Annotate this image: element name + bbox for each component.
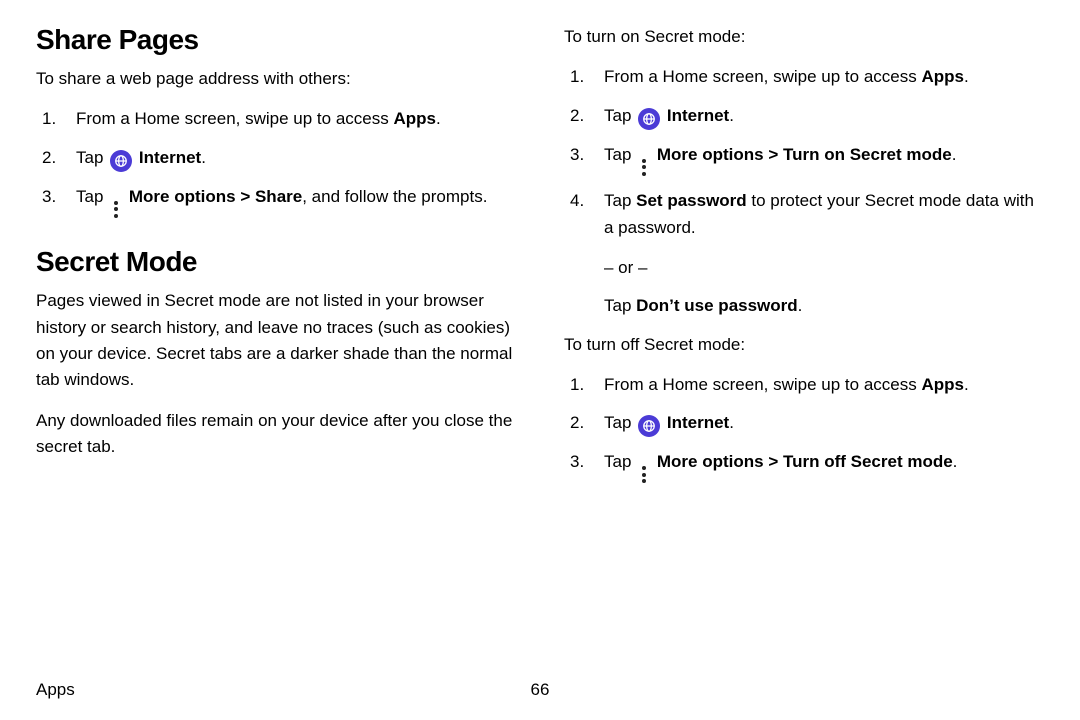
- internet-label: Internet: [139, 148, 201, 167]
- more-options-label: More options: [657, 452, 764, 471]
- list-item: Tap Internet.: [564, 410, 1044, 437]
- list-item: From a Home screen, swipe up to access A…: [564, 372, 1044, 398]
- step-text: .: [952, 145, 957, 164]
- step-text: From a Home screen, swipe up to access: [76, 109, 393, 128]
- list-item: Tap More options > Turn on Secret mode.: [564, 142, 1044, 177]
- dont-use-password-label: Don’t use password: [636, 296, 798, 315]
- step-text: Tap: [604, 106, 636, 125]
- step-text: From a Home screen, swipe up to access: [604, 375, 921, 394]
- more-options-label: More options: [657, 145, 764, 164]
- heading-share-pages: Share Pages: [36, 24, 516, 56]
- separator: >: [764, 452, 783, 471]
- step-text: .: [436, 109, 441, 128]
- set-password-label: Set password: [636, 191, 747, 210]
- step-text: Tap: [76, 148, 108, 167]
- separator: >: [764, 145, 783, 164]
- separator: >: [236, 187, 255, 206]
- turn-off-steps-list: From a Home screen, swipe up to access A…: [564, 372, 1044, 484]
- share-intro-text: To share a web page address with others:: [36, 66, 516, 92]
- apps-label: Apps: [921, 375, 964, 394]
- page-footer: Apps 66: [36, 680, 1044, 700]
- list-item: From a Home screen, swipe up to access A…: [564, 64, 1044, 90]
- step-text: .: [798, 296, 803, 315]
- internet-label: Internet: [667, 106, 729, 125]
- internet-icon: [638, 108, 660, 130]
- more-options-icon: [638, 158, 650, 176]
- apps-label: Apps: [393, 109, 436, 128]
- step-text: Tap: [604, 191, 636, 210]
- secret-mode-description: Pages viewed in Secret mode are not list…: [36, 288, 516, 393]
- step-text: Tap: [604, 452, 636, 471]
- step-text: Tap: [604, 296, 636, 315]
- step-text: Tap: [604, 145, 636, 164]
- step-text: Tap: [76, 187, 108, 206]
- left-column: Share Pages To share a web page address …: [36, 24, 516, 664]
- dont-use-password-option: Tap Don’t use password.: [564, 293, 1044, 319]
- step-text: .: [953, 452, 958, 471]
- more-options-icon: [110, 200, 122, 218]
- right-column: To turn on Secret mode: From a Home scre…: [564, 24, 1044, 664]
- step-text: .: [729, 106, 734, 125]
- step-text: .: [201, 148, 206, 167]
- turn-on-steps-list: From a Home screen, swipe up to access A…: [564, 64, 1044, 241]
- list-item: Tap More options > Turn off Secret mode.: [564, 449, 1044, 484]
- step-text: .: [964, 67, 969, 86]
- step-text: , and follow the prompts.: [302, 187, 487, 206]
- page-number: 66: [531, 680, 550, 700]
- share-steps-list: From a Home screen, swipe up to access A…: [36, 106, 516, 218]
- apps-label: Apps: [921, 67, 964, 86]
- more-options-icon: [638, 466, 650, 484]
- turn-on-secret-label: Turn on Secret mode: [783, 145, 952, 164]
- list-item: Tap More options > Share, and follow the…: [36, 184, 516, 219]
- internet-icon: [638, 415, 660, 437]
- more-options-label: More options: [129, 187, 236, 206]
- internet-label: Internet: [667, 413, 729, 432]
- heading-secret-mode: Secret Mode: [36, 246, 516, 278]
- or-divider: – or –: [564, 255, 1044, 281]
- turn-off-intro: To turn off Secret mode:: [564, 332, 1044, 358]
- step-text: .: [729, 413, 734, 432]
- list-item: Tap Internet.: [564, 103, 1044, 130]
- secret-mode-note: Any downloaded files remain on your devi…: [36, 408, 516, 461]
- step-text: .: [964, 375, 969, 394]
- step-text: Tap: [604, 413, 636, 432]
- turn-off-secret-label: Turn off Secret mode: [783, 452, 953, 471]
- list-item: Tap Internet.: [36, 145, 516, 172]
- step-text: From a Home screen, swipe up to access: [604, 67, 921, 86]
- share-label: Share: [255, 187, 302, 206]
- list-item: Tap Set password to protect your Secret …: [564, 188, 1044, 241]
- internet-icon: [110, 150, 132, 172]
- turn-on-intro: To turn on Secret mode:: [564, 24, 1044, 50]
- list-item: From a Home screen, swipe up to access A…: [36, 106, 516, 132]
